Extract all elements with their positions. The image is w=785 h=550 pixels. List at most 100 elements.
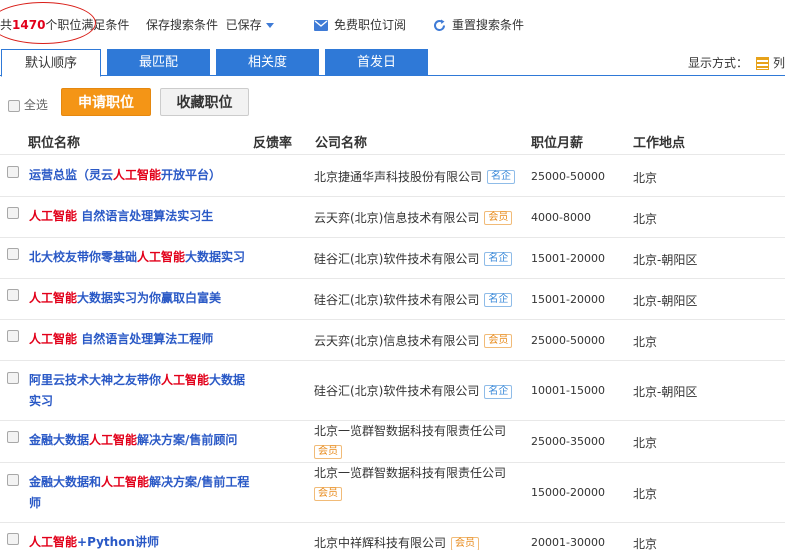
- company-name-link[interactable]: 硅谷汇(北京)软件技术有限公司: [314, 384, 479, 398]
- job-title-keyword: 人工智能: [29, 535, 78, 549]
- salary-value: 25000-50000: [531, 333, 605, 347]
- job-title-link[interactable]: 人工智能+Python讲师: [29, 532, 254, 550]
- col-company: 公司名称: [315, 136, 368, 151]
- company-name: 北京中祥辉科技有限公司 会员: [314, 533, 524, 550]
- row-checkbox[interactable]: [7, 330, 19, 342]
- job-title-prefix: 金融大数据: [29, 433, 90, 447]
- company-name: 北京捷通华声科技股份有限公司 名企: [314, 167, 524, 187]
- tab-first-posted[interactable]: 首发日: [325, 49, 428, 76]
- salary-value: 10001-15000: [531, 384, 605, 397]
- col-feedback: 反馈率: [253, 136, 293, 151]
- company-name: 云天弈(北京)信息技术有限公司 会员: [314, 331, 524, 351]
- table-row: 金融大数据人工智能解决方案/售前顾问 北京一览群智数据科技有限责任公司 会员 2500…: [0, 421, 785, 463]
- location-value: 北京: [633, 170, 658, 185]
- job-title-suffix: 大数据实习为你赢取白富美: [77, 291, 222, 305]
- company-name: 硅谷汇(北京)软件技术有限公司 名企: [314, 249, 524, 269]
- tab-default-order[interactable]: 默认顺序: [1, 49, 101, 77]
- company-name-link[interactable]: 云天弈(北京)信息技术有限公司: [314, 334, 479, 348]
- company-name-link[interactable]: 硅谷汇(北京)软件技术有限公司: [314, 293, 479, 307]
- company-badge: 名企: [484, 293, 513, 307]
- select-all[interactable]: 全选: [8, 96, 48, 113]
- location-value: 北京-朝阳区: [633, 252, 698, 267]
- company-name: 云天弈(北京)信息技术有限公司 会员: [314, 208, 524, 228]
- save-search-button[interactable]: 保存搜索条件 已保存: [146, 16, 274, 33]
- company-badge: 名企: [484, 384, 513, 399]
- job-title-link[interactable]: 金融大数据和人工智能解决方案/售前工程师: [29, 472, 254, 514]
- job-title-keyword: 人工智能: [89, 433, 138, 447]
- mail-icon: [314, 20, 328, 31]
- row-checkbox[interactable]: [7, 166, 19, 178]
- job-title-prefix: 阿里云技术大神之友带你: [29, 373, 162, 387]
- display-mode: 显示方式：列: [687, 56, 785, 70]
- company-name-link[interactable]: 北京一览群智数据科技有限责任公司: [314, 424, 506, 438]
- col-location: 工作地点: [633, 136, 686, 151]
- company-name-link[interactable]: 北京中祥辉科技有限公司: [314, 536, 446, 550]
- company-badge: 会员: [451, 536, 480, 550]
- company-name-link[interactable]: 云天弈(北京)信息技术有限公司: [314, 211, 479, 225]
- location-value: 北京: [633, 537, 658, 550]
- job-title-link[interactable]: 北大校友带你零基础人工智能大数据实习: [29, 247, 254, 268]
- job-title-link[interactable]: 人工智能 自然语言处理算法工程师: [29, 329, 254, 350]
- company-badge: 会员: [314, 486, 342, 501]
- job-title-link[interactable]: 人工智能大数据实习为你赢取白富美: [29, 288, 254, 309]
- company-name-link[interactable]: 硅谷汇(北京)软件技术有限公司: [314, 252, 479, 266]
- salary-value: 25000-50000: [531, 169, 605, 183]
- job-title-keyword: 人工智能: [101, 475, 150, 489]
- row-checkbox[interactable]: [7, 474, 19, 486]
- salary-value: 15001-20000: [531, 251, 605, 265]
- company-name-link[interactable]: 北京一览群智数据科技有限责任公司: [314, 466, 506, 480]
- job-title-link[interactable]: 运营总监（灵云人工智能开放平台）: [29, 165, 254, 186]
- company-name: 硅谷汇(北京)软件技术有限公司 名企: [314, 290, 524, 310]
- tab-relevance[interactable]: 相关度: [216, 49, 319, 76]
- select-all-checkbox[interactable]: [8, 99, 20, 112]
- company-name: 硅谷汇(北京)软件技术有限公司 名企: [314, 381, 524, 401]
- company-badge: 名企: [487, 170, 516, 184]
- job-title-keyword: 人工智能: [161, 373, 210, 387]
- table-header: 职位名称 反馈率 公司名称 职位月薪 工作地点: [0, 127, 785, 155]
- table-row: 北大校友带你零基础人工智能大数据实习 硅谷汇(北京)软件技术有限公司 名企 15001…: [0, 238, 785, 279]
- bulk-actions: 全选 申请职位 收藏职位: [0, 86, 785, 118]
- job-title-link[interactable]: 阿里云技术大神之友带你人工智能大数据实习: [29, 370, 254, 412]
- location-value: 北京: [633, 436, 658, 450]
- job-title-suffix: 解决方案/售前顾问: [137, 433, 238, 447]
- sort-tabs: 默认顺序 最匹配 相关度 首发日: [0, 48, 785, 77]
- job-title-link[interactable]: 人工智能 自然语言处理算法实习生: [29, 206, 254, 227]
- saved-dropdown[interactable]: 已保存: [226, 18, 262, 32]
- job-title-prefix: 北大校友带你零基础: [29, 250, 138, 264]
- reset-search-link[interactable]: 重置搜索条件: [433, 16, 524, 33]
- salary-value: 15000-20000: [531, 486, 605, 499]
- company-name-link[interactable]: 北京捷通华声科技股份有限公司: [314, 170, 482, 184]
- row-checkbox[interactable]: [7, 248, 19, 260]
- company-badge: 会员: [314, 444, 342, 459]
- list-view-icon[interactable]: [755, 57, 769, 70]
- job-title-suffix: +Python讲师: [77, 535, 159, 549]
- salary-value: 25000-35000: [531, 435, 605, 448]
- display-mode-value[interactable]: 列: [773, 56, 785, 70]
- row-checkbox[interactable]: [7, 207, 19, 219]
- job-title-suffix: 开放平台）: [161, 168, 222, 182]
- apply-button[interactable]: 申请职位: [61, 88, 151, 116]
- company-name: 北京一览群智数据科技有限责任公司 会员: [314, 421, 524, 461]
- table-row: 人工智能大数据实习为你赢取白富美 硅谷汇(北京)软件技术有限公司 名企 15001-2…: [0, 279, 785, 320]
- row-checkbox[interactable]: [7, 372, 19, 384]
- location-value: 北京: [633, 211, 658, 226]
- salary-value: 4000-8000: [531, 210, 591, 224]
- favorite-button[interactable]: 收藏职位: [160, 88, 249, 116]
- table-row: 人工智能+Python讲师 北京中祥辉科技有限公司 会员 20001-30000 北京: [0, 523, 785, 550]
- tab-best-match[interactable]: 最匹配: [107, 49, 210, 76]
- table-row: 运营总监（灵云人工智能开放平台） 北京捷通华声科技股份有限公司 名企 25000-50…: [0, 156, 785, 197]
- company-badge: 会员: [484, 211, 513, 225]
- location-value: 北京-朝阳区: [633, 293, 698, 308]
- job-title-link[interactable]: 金融大数据人工智能解决方案/售前顾问: [29, 430, 254, 451]
- location-value: 北京-朝阳区: [633, 385, 698, 399]
- row-checkbox[interactable]: [7, 289, 19, 301]
- row-checkbox[interactable]: [7, 431, 19, 443]
- row-checkbox[interactable]: [7, 533, 19, 545]
- job-title-suffix: 自然语言处理算法工程师: [77, 332, 214, 346]
- subscribe-link[interactable]: 免费职位订阅: [314, 16, 406, 33]
- table-row: 人工智能 自然语言处理算法实习生 云天弈(北京)信息技术有限公司 会员 4000-80…: [0, 197, 785, 238]
- table-row: 金融大数据和人工智能解决方案/售前工程师 北京一览群智数据科技有限责任公司 会员 15…: [0, 463, 785, 523]
- job-title-suffix: 自然语言处理算法实习生: [77, 209, 214, 223]
- company-badge: 会员: [484, 334, 513, 348]
- refresh-icon: [434, 19, 445, 31]
